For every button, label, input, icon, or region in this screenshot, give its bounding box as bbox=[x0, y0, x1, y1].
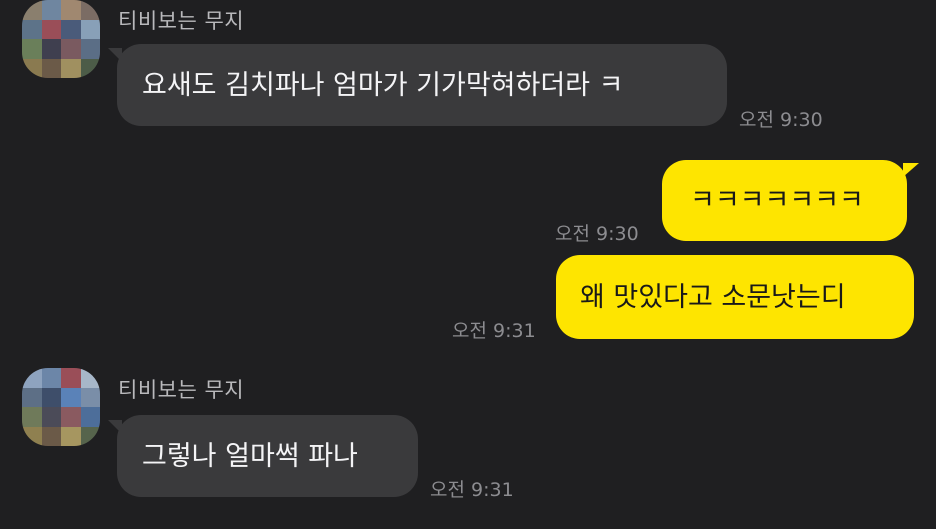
sender-name: 티비보는 무지 bbox=[118, 378, 245, 402]
message-text: 왜 맛있다고 소문낫는디 bbox=[580, 281, 846, 313]
message-bubble-outgoing[interactable]: 왜 맛있다고 소문낫는디 bbox=[556, 255, 914, 339]
message-timestamp: 오전 9:30 bbox=[739, 109, 823, 131]
message-text: 그렇나 얼마썩 파나 bbox=[142, 440, 358, 472]
message-timestamp: 오전 9:31 bbox=[452, 320, 536, 342]
chat-room: 티비보는 무지 요새도 김치파나 엄마가 기가막혀하더라 ㅋ 오전 9:30 오… bbox=[0, 0, 936, 529]
message-text: 요새도 김치파나 엄마가 기가막혀하더라 ㅋ bbox=[142, 69, 624, 101]
message-bubble-incoming[interactable]: 그렇나 얼마썩 파나 bbox=[117, 415, 418, 497]
bubble-tail bbox=[903, 163, 919, 177]
message-timestamp: 오전 9:31 bbox=[430, 479, 514, 501]
sender-name: 티비보는 무지 bbox=[118, 9, 245, 33]
message-text: ㅋㅋㅋㅋㅋㅋㅋ bbox=[690, 185, 864, 216]
sender-avatar[interactable] bbox=[22, 368, 100, 446]
message-timestamp: 오전 9:30 bbox=[555, 223, 639, 245]
message-bubble-outgoing[interactable]: ㅋㅋㅋㅋㅋㅋㅋ bbox=[662, 160, 907, 241]
message-bubble-incoming[interactable]: 요새도 김치파나 엄마가 기가막혀하더라 ㅋ bbox=[117, 44, 727, 126]
sender-avatar[interactable] bbox=[22, 0, 100, 78]
